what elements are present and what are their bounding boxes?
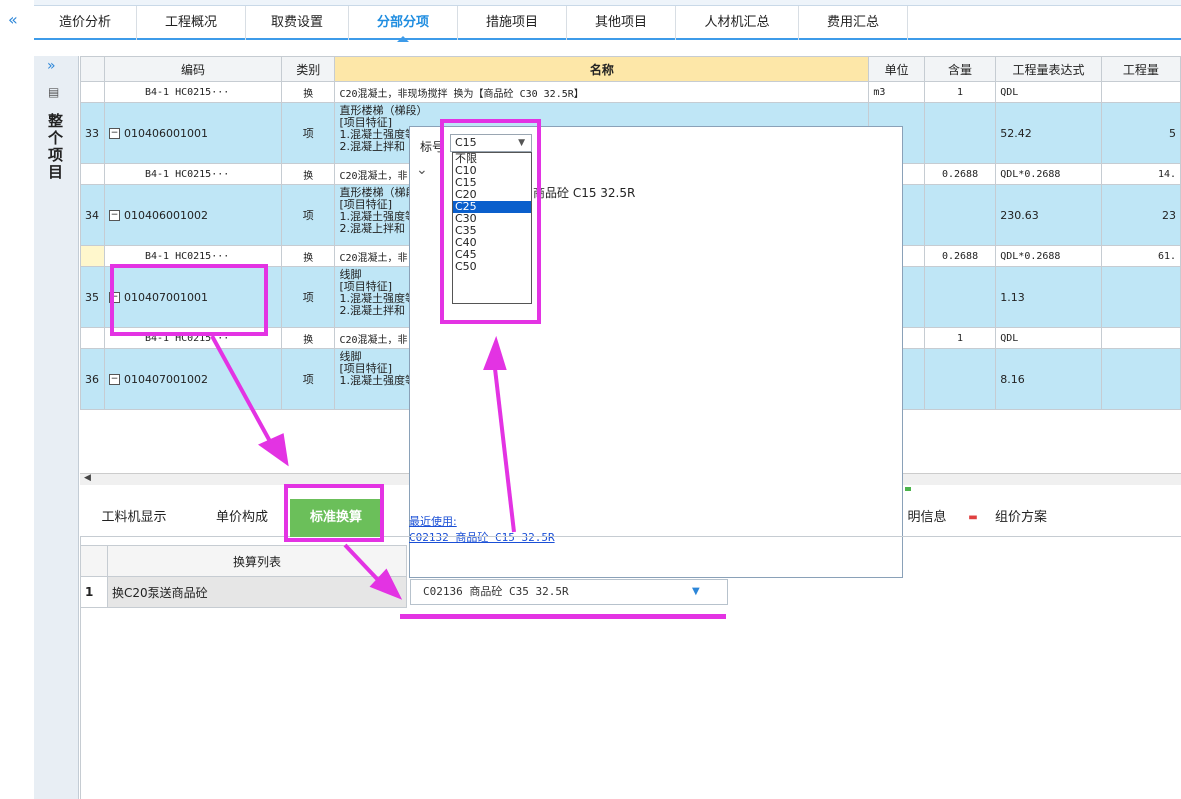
- arrow-tab-to-combo: [343, 543, 382, 584]
- arrow-head-2: [483, 335, 507, 370]
- arrow-recent-to-list: [492, 359, 516, 533]
- arrow-head-3: [369, 568, 403, 600]
- annotation-arrows: [210, 335, 516, 600]
- arrow-row-to-tab: [210, 335, 274, 446]
- arrow-head-1: [257, 433, 289, 467]
